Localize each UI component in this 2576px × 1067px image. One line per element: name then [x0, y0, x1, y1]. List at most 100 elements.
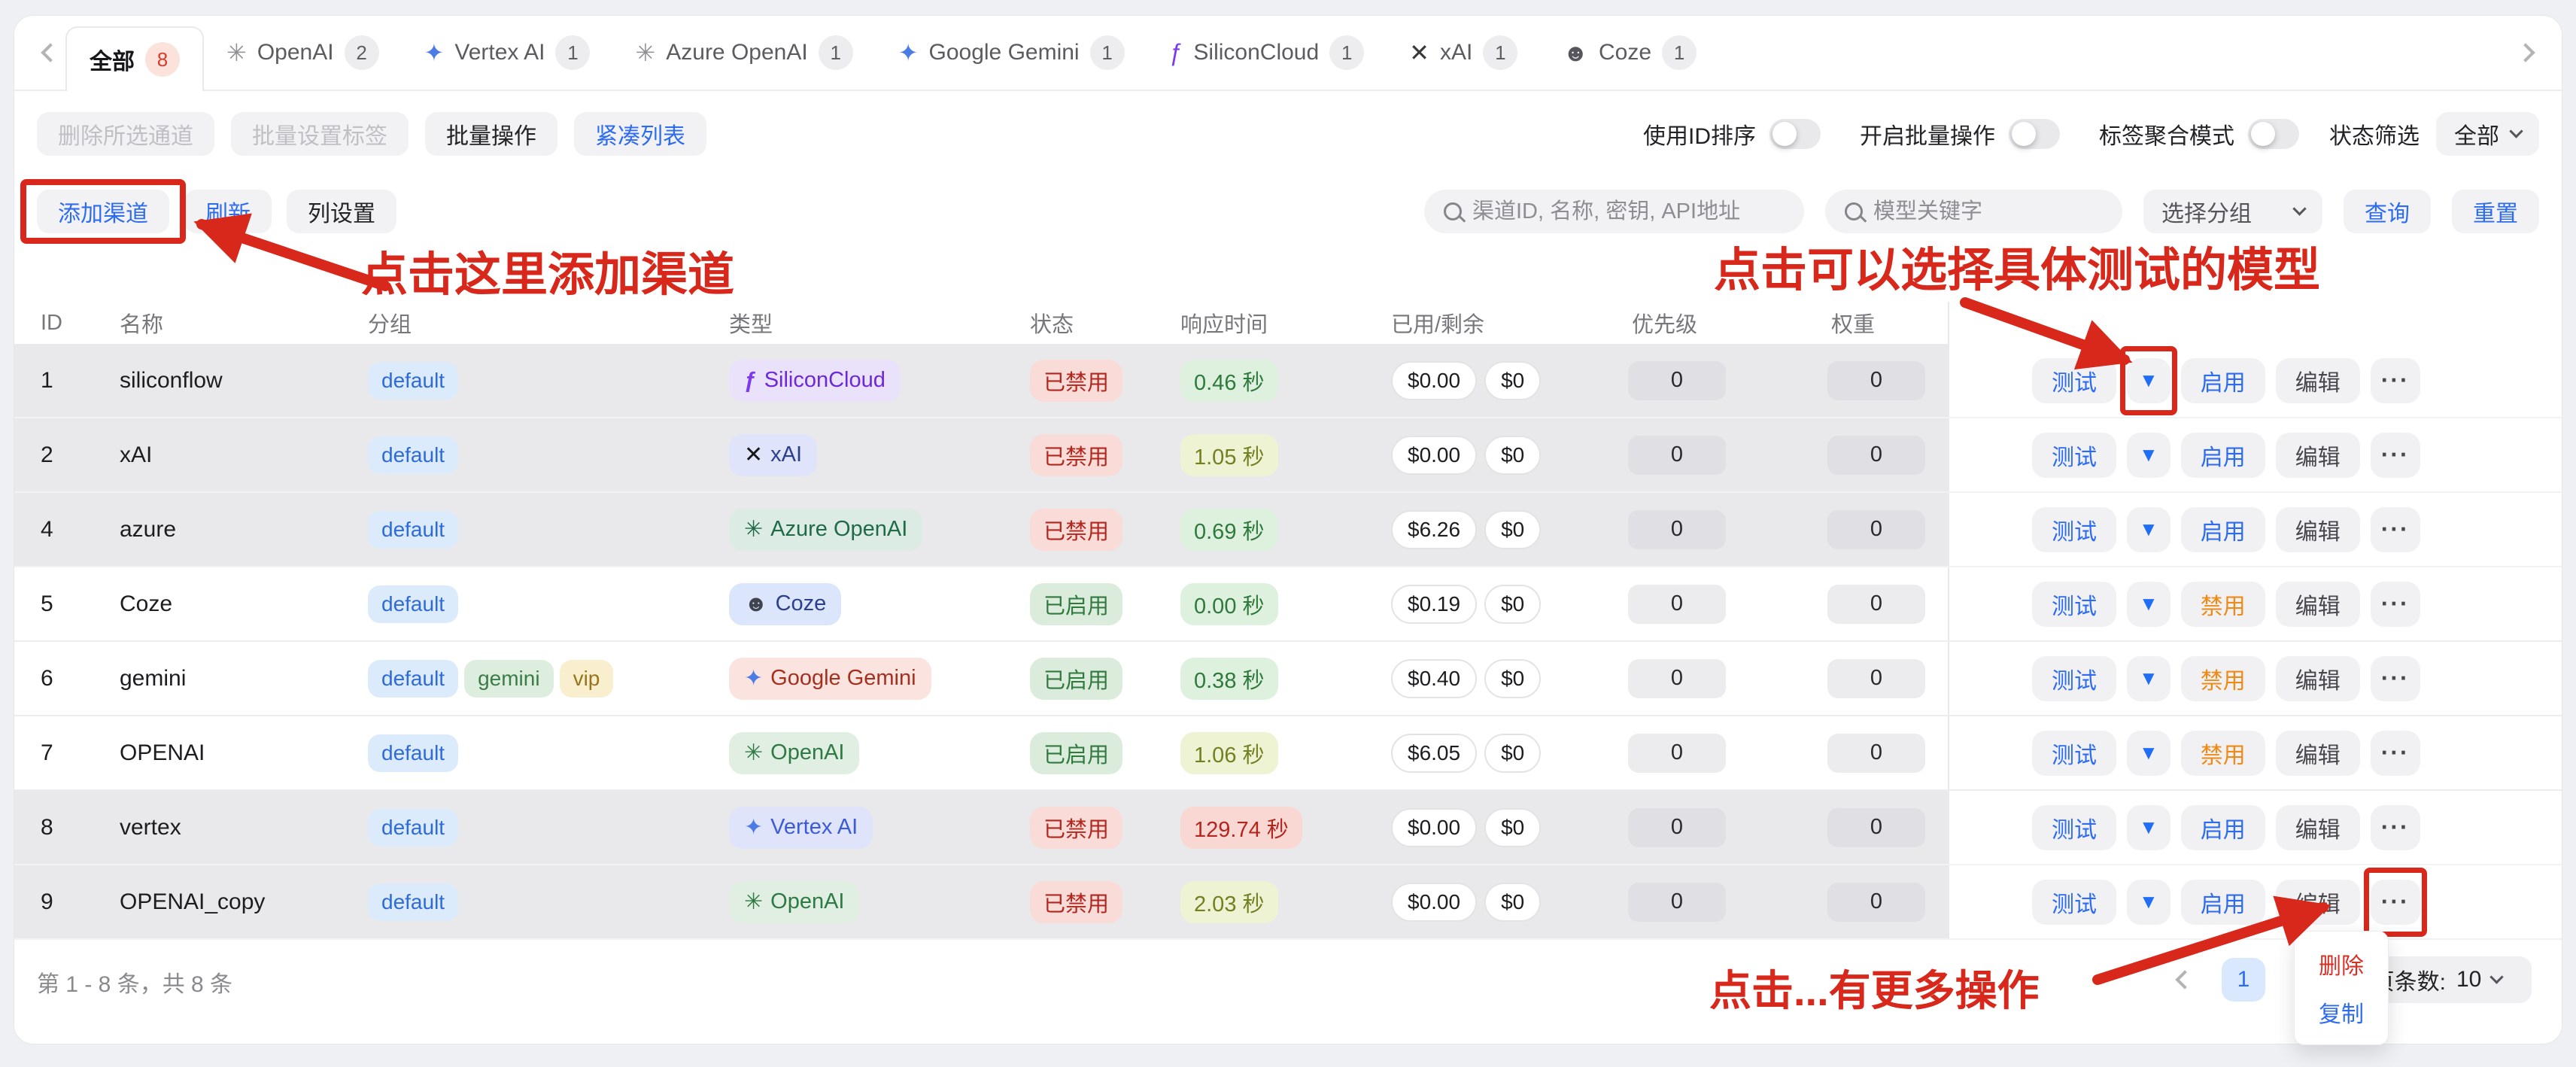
test-model-dropdown-button[interactable]: ▼: [2127, 358, 2170, 403]
column-settings-button[interactable]: 列设置: [287, 190, 396, 233]
response-time-badge[interactable]: 0.69 秒: [1180, 509, 1278, 551]
toggle-group-item: 使用ID排序: [1643, 117, 1821, 150]
test-button[interactable]: 测试: [2032, 805, 2116, 850]
batch-ops-button[interactable]: 批量操作: [425, 112, 557, 156]
toggle-switch[interactable]: [2009, 119, 2060, 149]
tab-siliconcloud[interactable]: ƒSiliconCloud1: [1147, 16, 1387, 90]
pagination-prev[interactable]: [2178, 967, 2192, 993]
delete-selected-button[interactable]: 删除所选通道: [37, 112, 214, 156]
test-model-dropdown-button[interactable]: ▼: [2127, 507, 2170, 552]
more-actions-button[interactable]: ···: [2371, 507, 2420, 552]
test-button[interactable]: 测试: [2032, 507, 2116, 552]
batch-tag-button[interactable]: 批量设置标签: [231, 112, 409, 156]
response-time-badge[interactable]: 1.06 秒: [1180, 732, 1278, 774]
edit-button[interactable]: 编辑: [2276, 507, 2360, 552]
test-model-dropdown-button[interactable]: ▼: [2127, 731, 2170, 776]
weight-input[interactable]: 0: [1827, 883, 1925, 922]
test-model-dropdown-button[interactable]: ▼: [2127, 805, 2170, 850]
edit-button[interactable]: 编辑: [2276, 880, 2360, 925]
test-model-dropdown-button[interactable]: ▼: [2127, 433, 2170, 478]
cell-actions: 测试▼禁用编辑···: [1948, 642, 2562, 715]
tab-azure-openai[interactable]: ✳Azure OpenAI1: [612, 16, 875, 90]
test-model-dropdown-button[interactable]: ▼: [2127, 582, 2170, 627]
test-button[interactable]: 测试: [2032, 358, 2116, 403]
bulk-toolbar: 删除所选通道 批量设置标签 批量操作 紧凑列表 使用ID排序开启批量操作标签聚合…: [14, 91, 2562, 156]
priority-input[interactable]: 0: [1628, 361, 1726, 400]
test-button[interactable]: 测试: [2032, 731, 2116, 776]
priority-input[interactable]: 0: [1628, 436, 1726, 475]
more-actions-button[interactable]: ···: [2371, 358, 2420, 403]
tab-xai[interactable]: ✕xAI1: [1387, 16, 1540, 90]
tab-coze[interactable]: ☻Coze1: [1540, 16, 1719, 90]
response-time-badge[interactable]: 0.46 秒: [1180, 360, 1278, 402]
toggle-switch[interactable]: [1769, 119, 1821, 149]
menu-item-delete[interactable]: 删除: [2319, 947, 2364, 980]
status-filter-select[interactable]: 全部: [2436, 112, 2539, 156]
google-gemini-icon: ✦: [744, 667, 763, 690]
more-actions-button[interactable]: ···: [2371, 731, 2420, 776]
weight-input[interactable]: 0: [1827, 510, 1925, 549]
more-actions-button[interactable]: ···: [2371, 656, 2420, 701]
tab-google-gemini[interactable]: ✦Google Gemini1: [876, 16, 1147, 90]
weight-input[interactable]: 0: [1827, 585, 1925, 624]
toggle-switch[interactable]: [2248, 119, 2299, 149]
enable-button[interactable]: 启用: [2181, 507, 2265, 552]
edit-button[interactable]: 编辑: [2276, 656, 2360, 701]
weight-input[interactable]: 0: [1827, 734, 1925, 773]
priority-input[interactable]: 0: [1628, 659, 1726, 698]
refresh-button[interactable]: 刷新: [184, 190, 272, 233]
priority-input[interactable]: 0: [1628, 734, 1726, 773]
tab-openai[interactable]: ✳OpenAI2: [204, 16, 402, 90]
priority-input[interactable]: 0: [1628, 808, 1726, 847]
edit-button[interactable]: 编辑: [2276, 582, 2360, 627]
reset-button[interactable]: 重置: [2452, 190, 2539, 233]
response-time-badge[interactable]: 2.03 秒: [1180, 881, 1278, 923]
weight-input[interactable]: 0: [1827, 808, 1925, 847]
test-button[interactable]: 测试: [2032, 880, 2116, 925]
edit-button[interactable]: 编辑: [2276, 731, 2360, 776]
test-button[interactable]: 测试: [2032, 656, 2116, 701]
priority-input[interactable]: 0: [1628, 883, 1726, 922]
enable-button[interactable]: 启用: [2181, 358, 2265, 403]
enable-button[interactable]: 启用: [2181, 433, 2265, 478]
more-actions-button[interactable]: ···: [2371, 805, 2420, 850]
tab-全部[interactable]: 全部8: [65, 26, 204, 91]
weight-input[interactable]: 0: [1827, 436, 1925, 475]
test-model-dropdown-button[interactable]: ▼: [2127, 656, 2170, 701]
response-time-badge[interactable]: 129.74 秒: [1180, 807, 1302, 849]
response-time-badge[interactable]: 0.38 秒: [1180, 658, 1278, 700]
edit-button[interactable]: 编辑: [2276, 358, 2360, 403]
weight-input[interactable]: 0: [1827, 361, 1925, 400]
response-time-badge[interactable]: 1.05 秒: [1180, 434, 1278, 476]
cell-usage: $6.26$0: [1361, 493, 1602, 566]
disable-button[interactable]: 禁用: [2181, 731, 2265, 776]
test-button[interactable]: 测试: [2032, 582, 2116, 627]
response-time-badge[interactable]: 0.00 秒: [1180, 583, 1278, 625]
edit-button[interactable]: 编辑: [2276, 433, 2360, 478]
group-select[interactable]: 选择分组: [2143, 190, 2322, 233]
priority-input[interactable]: 0: [1628, 585, 1726, 624]
more-actions-button[interactable]: ···: [2371, 582, 2420, 627]
tab-vertex-ai[interactable]: ✦Vertex AI1: [402, 16, 613, 90]
channel-search-input[interactable]: [1472, 199, 1785, 224]
model-keyword-input[interactable]: [1873, 199, 2103, 224]
test-model-dropdown-button[interactable]: ▼: [2127, 880, 2170, 925]
more-actions-button[interactable]: ···: [2371, 433, 2420, 478]
menu-item-copy[interactable]: 复制: [2319, 996, 2364, 1029]
add-channel-button[interactable]: 添加渠道: [37, 190, 169, 233]
enable-button[interactable]: 启用: [2181, 805, 2265, 850]
test-button[interactable]: 测试: [2032, 433, 2116, 478]
edit-button[interactable]: 编辑: [2276, 805, 2360, 850]
query-button[interactable]: 查询: [2344, 190, 2431, 233]
priority-input[interactable]: 0: [1628, 510, 1726, 549]
disable-button[interactable]: 禁用: [2181, 582, 2265, 627]
tabs-scroll-left[interactable]: [35, 46, 65, 59]
enable-button[interactable]: 启用: [2181, 880, 2265, 925]
more-actions-button[interactable]: ···: [2371, 880, 2420, 925]
weight-input[interactable]: 0: [1827, 659, 1925, 698]
tabs-scroll-right[interactable]: [2511, 46, 2541, 59]
cell-id: 1: [14, 344, 90, 417]
compact-list-button[interactable]: 紧凑列表: [574, 112, 706, 156]
pagination-page-1[interactable]: 1: [2222, 958, 2265, 1002]
disable-button[interactable]: 禁用: [2181, 656, 2265, 701]
